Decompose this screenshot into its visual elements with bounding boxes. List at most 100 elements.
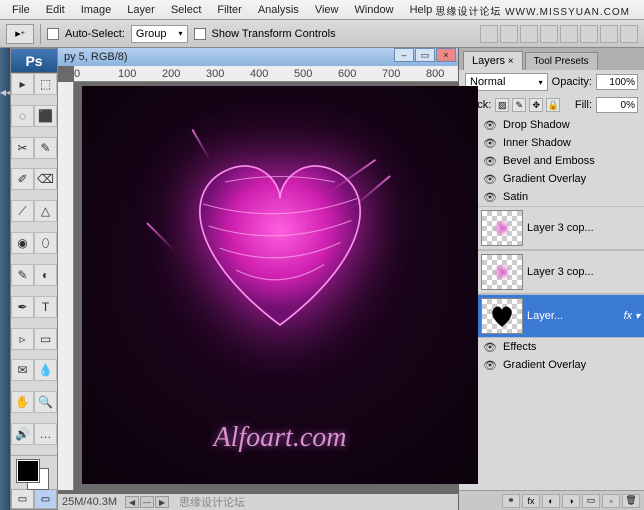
visibility-icon[interactable]: 👁 xyxy=(483,358,497,372)
gradient-tool[interactable]: ⬯ xyxy=(34,232,57,254)
opacity-input[interactable] xyxy=(596,74,638,90)
canvas-area: py 5, RGB/8) – ▭ × 010020030040050060070… xyxy=(58,48,458,510)
crop-tool[interactable]: ✂ xyxy=(11,137,34,159)
lock-trans-icon[interactable]: ▨ xyxy=(495,98,509,112)
new-icon[interactable]: ▫ xyxy=(602,494,620,508)
fg-color[interactable] xyxy=(17,460,39,482)
move-tool[interactable]: ▸ xyxy=(11,73,34,95)
align-icon[interactable] xyxy=(540,25,558,43)
eraser-tool[interactable]: ◉ xyxy=(11,232,34,254)
lock-move-icon[interactable]: ✥ xyxy=(529,98,543,112)
mask-icon[interactable]: ◐ xyxy=(542,494,560,508)
heal-tool[interactable]: ✐ xyxy=(11,168,34,190)
hand-tool[interactable]: ✋ xyxy=(11,391,34,413)
path-tool[interactable]: ▹ xyxy=(11,328,34,350)
ruler-horizontal: 0100200300400500600700800 xyxy=(74,66,458,82)
layer-row[interactable]: 👁 Layer 3 cop... xyxy=(459,206,644,250)
close-button[interactable]: × xyxy=(436,48,456,62)
folder-icon[interactable]: ▭ xyxy=(582,494,600,508)
layer-name[interactable]: Layer 3 cop... xyxy=(527,222,594,234)
status-zoom: 25M/40.3M xyxy=(62,496,117,508)
visibility-icon[interactable]: 👁 xyxy=(483,190,497,204)
effect-item[interactable]: 👁Bevel and Emboss xyxy=(459,152,644,170)
blur-tool[interactable]: ✎ xyxy=(11,264,34,286)
menu-filter[interactable]: Filter xyxy=(209,4,249,16)
menu-window[interactable]: Window xyxy=(346,4,401,16)
show-transform-checkbox[interactable] xyxy=(194,28,206,40)
quickmask-icon[interactable]: ▭ xyxy=(11,489,34,509)
notes-tool[interactable]: ✉ xyxy=(11,359,34,381)
wand-tool[interactable]: ⬛ xyxy=(34,105,57,127)
align-icon[interactable] xyxy=(620,25,638,43)
shape-tool[interactable]: ▭ xyxy=(34,328,57,350)
eyedrop-tool[interactable]: 💧 xyxy=(34,359,57,381)
effect-item[interactable]: 👁Gradient Overlay xyxy=(459,356,644,374)
sound-tool[interactable]: 🔊 xyxy=(11,423,34,445)
effect-item[interactable]: 👁Inner Shadow xyxy=(459,134,644,152)
effects-header[interactable]: 👁Effects xyxy=(459,338,644,356)
pen-tool[interactable]: ✒ xyxy=(11,296,34,318)
fx-icon[interactable]: fx xyxy=(522,494,540,508)
layer-thumb[interactable] xyxy=(481,210,523,246)
brush-tool[interactable]: ⌫ xyxy=(34,168,57,190)
marquee-tool[interactable]: ⬚ xyxy=(34,73,57,95)
stamp-tool[interactable]: ⟋ xyxy=(11,200,34,222)
dodge-tool[interactable]: ◐ xyxy=(34,264,57,286)
align-icon[interactable] xyxy=(580,25,598,43)
zoom-tool[interactable]: 🔍 xyxy=(34,391,57,413)
layer-row-selected[interactable]: 👁 Layer... fx ▾ xyxy=(459,294,644,338)
align-icon[interactable] xyxy=(480,25,498,43)
slice-tool[interactable]: ✎ xyxy=(34,137,57,159)
visibility-icon[interactable]: 👁 xyxy=(483,172,497,186)
lock-all-icon[interactable]: 🔒 xyxy=(546,98,560,112)
visibility-icon[interactable]: 👁 xyxy=(483,136,497,150)
canvas[interactable]: Alfoart.com xyxy=(82,86,478,484)
history-tool[interactable]: △ xyxy=(34,200,57,222)
type-tool[interactable]: T xyxy=(34,296,57,318)
minimize-button[interactable]: – xyxy=(394,48,414,62)
layer-thumb[interactable] xyxy=(481,298,523,334)
move-tool-icon[interactable]: ▸+ xyxy=(6,24,34,44)
link-icon[interactable]: ⚭ xyxy=(502,494,520,508)
layer-row[interactable]: 👁 Layer 3 cop... xyxy=(459,250,644,294)
visibility-icon[interactable]: 👁 xyxy=(483,154,497,168)
menu-edit[interactable]: Edit xyxy=(38,4,73,16)
scroll-right-icon[interactable]: ▶ xyxy=(155,496,169,508)
layer-name[interactable]: Layer... xyxy=(527,310,563,322)
layer-thumb[interactable] xyxy=(481,254,523,290)
fill-input[interactable] xyxy=(596,97,638,113)
lock-paint-icon[interactable]: ✎ xyxy=(512,98,526,112)
effect-item[interactable]: 👁Satin xyxy=(459,188,644,206)
align-icon[interactable] xyxy=(560,25,578,43)
trash-icon[interactable]: 🗑 xyxy=(622,494,640,508)
align-icon[interactable] xyxy=(600,25,618,43)
scroll-track[interactable]: — xyxy=(140,496,154,508)
menu-image[interactable]: Image xyxy=(73,4,120,16)
fx-badge[interactable]: fx ▾ xyxy=(624,310,640,322)
menu-select[interactable]: Select xyxy=(163,4,210,16)
lasso-tool[interactable]: ◌ xyxy=(11,105,34,127)
auto-select-dropdown[interactable]: Group▾ xyxy=(131,25,188,43)
menu-analysis[interactable]: Analysis xyxy=(250,4,307,16)
menu-file[interactable]: File xyxy=(4,4,38,16)
align-icons xyxy=(480,25,638,43)
layer-name[interactable]: Layer 3 cop... xyxy=(527,266,594,278)
visibility-icon[interactable]: 👁 xyxy=(483,118,497,132)
auto-select-checkbox[interactable] xyxy=(47,28,59,40)
signature-text: Alfoart.com xyxy=(214,422,347,454)
color-swatch[interactable] xyxy=(11,455,57,489)
screenmode-icon[interactable]: ▭ xyxy=(34,489,57,509)
align-icon[interactable] xyxy=(500,25,518,43)
tab-layers[interactable]: Layers × xyxy=(463,51,523,70)
effect-item[interactable]: 👁Drop Shadow xyxy=(459,116,644,134)
tab-tool-presets[interactable]: Tool Presets xyxy=(525,52,598,70)
visibility-icon[interactable]: 👁 xyxy=(483,340,497,354)
effect-item[interactable]: 👁Gradient Overlay xyxy=(459,170,644,188)
scroll-left-icon[interactable]: ◀ xyxy=(125,496,139,508)
more-tool[interactable]: … xyxy=(34,423,57,445)
menu-layer[interactable]: Layer xyxy=(119,4,163,16)
adjust-icon[interactable]: ◑ xyxy=(562,494,580,508)
maximize-button[interactable]: ▭ xyxy=(415,48,435,62)
align-icon[interactable] xyxy=(520,25,538,43)
menu-view[interactable]: View xyxy=(307,4,347,16)
